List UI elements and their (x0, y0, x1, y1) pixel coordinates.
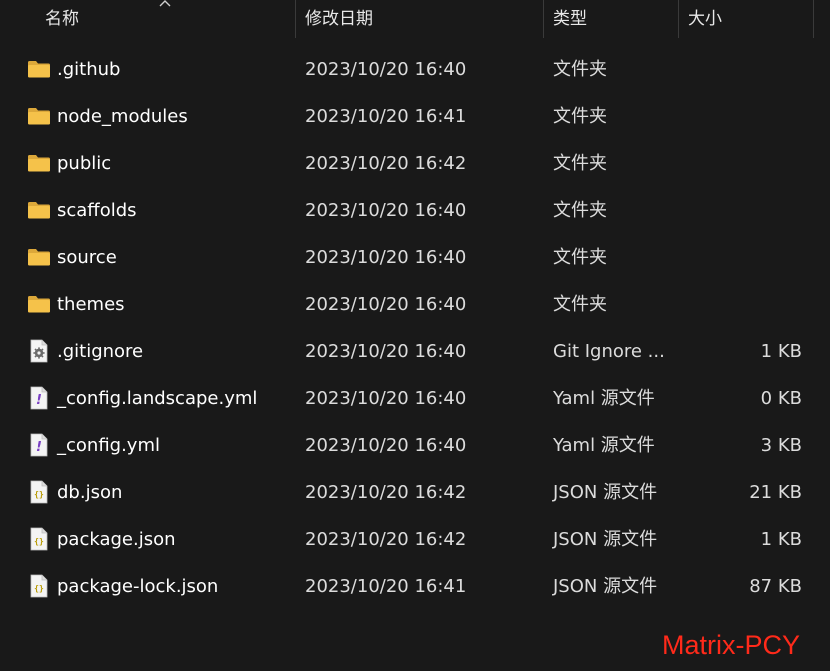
file-size: 1 KB (760, 529, 802, 550)
file-row[interactable]: {} db.json 2023/10/20 16:42 JSON 源文件 21 KB (0, 469, 830, 516)
file-row[interactable]: scaffolds 2023/10/20 16:40 文件夹 (0, 187, 830, 234)
file-type: Git Ignore ... (553, 341, 665, 362)
folder-icon (27, 245, 51, 269)
folder-icon (27, 57, 51, 81)
file-row[interactable]: themes 2023/10/20 16:40 文件夹 (0, 281, 830, 328)
folder-icon (27, 151, 51, 175)
file-size: 1 KB (760, 341, 802, 362)
sort-ascending-icon (159, 0, 171, 7)
column-header-size[interactable]: 大小 (678, 0, 813, 38)
svg-text:!: ! (36, 393, 42, 408)
folder-icon (27, 104, 51, 128)
file-type: 文件夹 (553, 153, 607, 174)
file-type: JSON 源文件 (553, 576, 658, 597)
file-type: Yaml 源文件 (553, 435, 655, 456)
file-modified-date: 2023/10/20 16:41 (305, 106, 467, 127)
file-row[interactable]: source 2023/10/20 16:40 文件夹 (0, 234, 830, 281)
json-file-icon: {} (27, 574, 51, 598)
file-size: 21 KB (749, 482, 802, 503)
svg-text:{}: {} (34, 537, 44, 546)
file-modified-date: 2023/10/20 16:40 (305, 341, 467, 362)
file-name: .gitignore (57, 341, 144, 362)
file-name: source (57, 247, 117, 268)
file-row[interactable]: {} package-lock.json 2023/10/20 16:41 JSON … (0, 563, 830, 610)
json-file-icon: {} (27, 480, 51, 504)
file-name: _config.yml (57, 435, 160, 456)
column-header-type[interactable]: 类型 (543, 0, 678, 38)
file-type: 文件夹 (553, 294, 607, 315)
column-divider[interactable] (813, 0, 814, 38)
yaml-file-icon: ! (27, 433, 51, 457)
file-row[interactable]: public 2023/10/20 16:42 文件夹 (0, 140, 830, 187)
file-name: package-lock.json (57, 576, 219, 597)
file-row[interactable]: ! _config.yml 2023/10/20 16:40 Yaml 源文件 3 KB (0, 422, 830, 469)
svg-text:!: ! (36, 440, 42, 455)
file-type: JSON 源文件 (553, 529, 658, 550)
file-modified-date: 2023/10/20 16:40 (305, 59, 467, 80)
file-row[interactable]: node_modules 2023/10/20 16:41 文件夹 (0, 93, 830, 140)
column-header-modified[interactable]: 修改日期 (295, 0, 543, 38)
file-type: JSON 源文件 (553, 482, 658, 503)
gear-file-icon (27, 339, 51, 363)
file-modified-date: 2023/10/20 16:41 (305, 576, 467, 597)
file-name: db.json (57, 482, 123, 503)
file-modified-date: 2023/10/20 16:40 (305, 435, 467, 456)
file-modified-date: 2023/10/20 16:40 (305, 247, 467, 268)
file-modified-date: 2023/10/20 16:42 (305, 529, 467, 550)
file-type: 文件夹 (553, 200, 607, 221)
column-header-bar: 名称 修改日期 类型 大小 (0, 0, 830, 38)
file-type: 文件夹 (553, 106, 607, 127)
file-modified-date: 2023/10/20 16:40 (305, 200, 467, 221)
file-modified-date: 2023/10/20 16:42 (305, 153, 467, 174)
file-modified-date: 2023/10/20 16:40 (305, 294, 467, 315)
folder-icon (27, 292, 51, 316)
yaml-file-icon: ! (27, 386, 51, 410)
file-name: _config.landscape.yml (57, 388, 258, 409)
file-name: public (57, 153, 112, 174)
file-size: 0 KB (760, 388, 802, 409)
file-row[interactable]: .github 2023/10/20 16:40 文件夹 (0, 46, 830, 93)
file-type: Yaml 源文件 (553, 388, 655, 409)
file-size: 3 KB (760, 435, 802, 456)
file-modified-date: 2023/10/20 16:40 (305, 388, 467, 409)
file-name: themes (57, 294, 125, 315)
file-size: 87 KB (749, 576, 802, 597)
file-name: scaffolds (57, 200, 137, 221)
folder-icon (27, 198, 51, 222)
file-row[interactable]: .gitignore 2023/10/20 16:40 Git Ignore ...… (0, 328, 830, 375)
file-row[interactable]: ! _config.landscape.yml 2023/10/20 16:40 Ya… (0, 375, 830, 422)
file-name: .github (57, 59, 121, 80)
file-type: 文件夹 (553, 247, 607, 268)
file-modified-date: 2023/10/20 16:42 (305, 482, 467, 503)
json-file-icon: {} (27, 527, 51, 551)
file-name: node_modules (57, 106, 188, 127)
watermark-text: Matrix-PCY (661, 630, 800, 660)
file-list: .github 2023/10/20 16:40 文件夹 node_modules 20… (0, 46, 830, 610)
svg-text:{}: {} (34, 584, 44, 593)
file-name: package.json (57, 529, 176, 550)
svg-text:{}: {} (34, 490, 44, 499)
file-type: 文件夹 (553, 59, 607, 80)
file-row[interactable]: {} package.json 2023/10/20 16:42 JSON 源文件 1 … (0, 516, 830, 563)
